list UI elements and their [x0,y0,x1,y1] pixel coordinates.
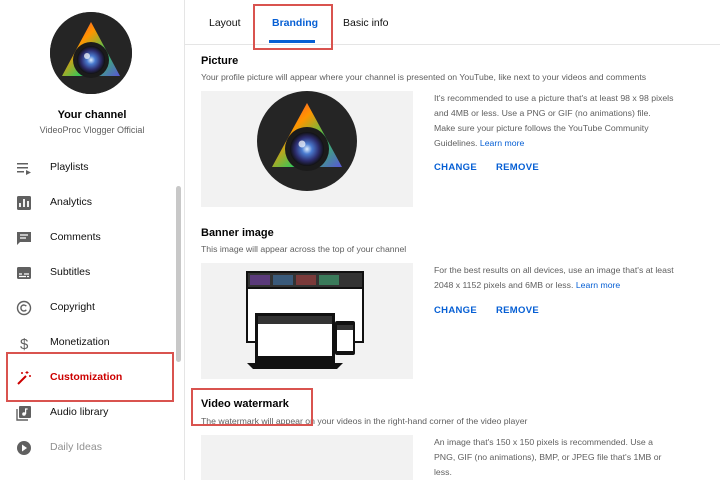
sidebar-item-label: Subtitles [50,266,91,278]
main-content: Layout Branding Basic info Picture Your … [185,0,720,480]
picture-preview [201,91,413,207]
sidebar-item-analytics[interactable]: Analytics [0,186,184,220]
partial-icon [16,475,32,480]
copyright-icon [16,300,32,316]
channel-avatar[interactable] [50,12,132,94]
analytics-icon [17,196,31,210]
banner-title: Banner image [201,227,274,239]
banner-info: For the best results on all devices, use… [434,263,674,293]
picture-description: Your profile picture will appear where y… [201,72,647,82]
sidebar-item-label: Monetization [50,336,110,348]
subtitles-icon [17,267,31,279]
banner-preview [201,263,413,379]
dollar-icon: $ [20,336,29,351]
watermark-info: An image that's 150 x 150 pixels is reco… [434,437,662,477]
banner-devices-icon [246,271,364,369]
picture-change-button[interactable]: CHANGE [434,162,477,173]
picture-learn-more-link[interactable]: Learn more [480,138,524,148]
comments-icon [17,232,31,245]
sidebar-item-daily-ideas[interactable]: Daily Ideas [0,431,184,465]
sidebar-item-partial [0,466,184,480]
profile-picture-icon [257,91,357,191]
watermark-preview [201,435,413,480]
picture-info: It's recommended to use a picture that's… [434,91,674,151]
daily-ideas-icon [17,441,31,455]
playlist-icon [17,163,31,175]
sidebar-item-label: Daily Ideas [50,441,102,453]
sidebar-item-label: Audio library [50,406,109,418]
sidebar-item-copyright[interactable]: Copyright [0,291,184,325]
sidebar-item-label: Comments [50,231,101,243]
tab-layout[interactable]: Layout [209,17,241,29]
sidebar: Your channel VideoProc Vlogger Official … [0,0,185,480]
sidebar-scrollbar[interactable] [176,186,181,362]
sidebar-item-label: Analytics [50,196,93,208]
customization-highlight-box [6,352,174,402]
banner-remove-button[interactable]: REMOVE [496,305,539,316]
picture-info-text: It's recommended to use a picture that's… [434,93,674,148]
sidebar-item-subtitles[interactable]: Subtitles [0,256,184,290]
sidebar-item-playlists[interactable]: Playlists [0,151,184,185]
channel-title: Your channel [57,109,127,121]
channel-name: VideoProc Vlogger Official [39,125,145,135]
banner-info-text: For the best results on all devices, use… [434,265,674,290]
sidebar-item-comments[interactable]: Comments [0,221,184,255]
sidebar-item-label: Copyright [50,301,95,313]
tab-basic-info[interactable]: Basic info [343,17,389,29]
sidebar-item-label: Playlists [50,161,89,173]
audio-library-icon [16,406,31,421]
branding-highlight-box [253,4,333,50]
banner-change-button[interactable]: CHANGE [434,305,477,316]
banner-learn-more-link[interactable]: Learn more [576,280,620,290]
svg-text:$: $ [20,336,29,351]
banner-description: This image will appear across the top of… [201,244,407,254]
watermark-highlight-box [191,388,313,426]
picture-title: Picture [201,55,239,67]
picture-remove-button[interactable]: REMOVE [496,162,539,173]
